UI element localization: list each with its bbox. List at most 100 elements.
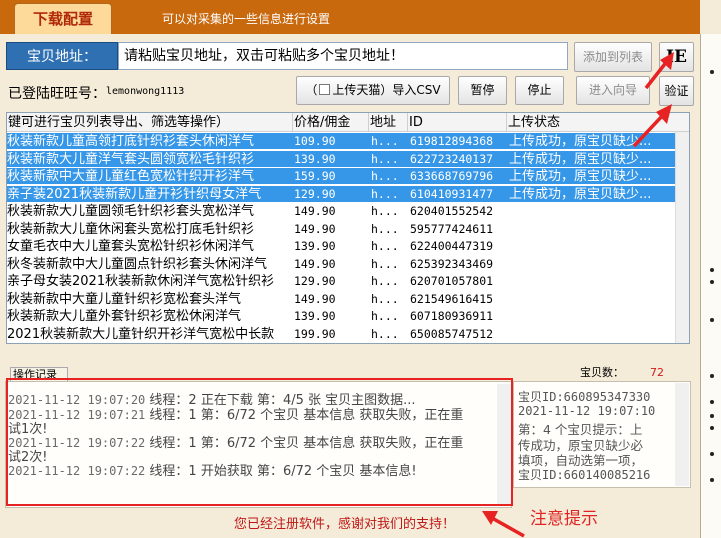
wangwang-value: lemonwong1113 [106,86,185,97]
cell-addr: h... [371,221,399,236]
table-row[interactable]: 秋装新款中大童儿童红色宽松针织开衫洋气 159.90 h... 63366876979… [7,168,689,185]
item-count-value: 72 [650,366,664,379]
cell-addr: h... [371,274,399,288]
cell-addr: h... [371,326,399,341]
cell-status [507,308,675,325]
cell-id: 633668769796 [410,169,494,183]
cell-price: 149.90 [294,291,336,306]
cell-status: 上传成功，原宝贝缺少... [509,169,652,184]
cell-addr: h... [371,134,399,148]
tmall-checkbox[interactable] [319,84,331,95]
cell-id: 625392343469 [410,256,494,271]
notice-label: 注意提示 [530,509,598,529]
cell-price: 129.90 [294,186,336,201]
cell-id: 610410931477 [410,186,494,201]
table-row[interactable]: 女童毛衣中大儿童套头宽松针织衫休闲洋气 139.90 h... 62240044731… [7,238,689,255]
cell-price: 149.90 [294,221,336,236]
cell-price: 139.90 [294,309,336,323]
table-header: 键可进行宝贝列表导出、筛选等操作） 价格/佣金 地址 ID 上传状态 [7,113,689,132]
cell-status: 上传成功，原宝贝缺少... [509,151,652,167]
cell-status [507,256,675,273]
cell-status [507,238,675,255]
table-row[interactable]: 秋装新款大儿童休闲套头宽松打底毛针织衫 149.90 h... 59577742461… [7,221,689,238]
cell-status [507,343,675,344]
cell-id: 621549616415 [410,291,494,306]
table-row[interactable]: 秋冬装新款中大儿童圆点针织衫套头休闲洋气 149.90 h... 6253923434… [7,256,689,273]
right-side-panel [700,34,721,538]
table-row[interactable]: 秋装新款大儿童洋气套头圆领宽松毛针织衫 139.90 h... 62272324013… [7,150,689,168]
table-row[interactable]: 秋装新款大儿童圆领毛针织衫套头宽松洋气 149.90 h... 62040155254… [7,203,689,220]
cell-price: 129.90 [294,274,336,288]
tab-download-config[interactable]: 下载配置 [14,3,112,34]
cell-status [507,203,675,220]
column-header-price[interactable]: 价格/佣金 [293,113,369,132]
table-row[interactable]: 2021秋装新款大儿童针织开衫洋气宽松中长款 199.90 h... 65008574… [7,326,689,343]
column-header-name[interactable]: 键可进行宝贝列表导出、筛选等操作） [7,113,293,132]
table-row[interactable]: 2021秋装新款中大童针织开衫休闲洋气139.90 h...62187420628… [7,343,690,344]
bullet-icon [710,318,714,322]
table-scrollbar[interactable] [675,132,689,343]
cell-addr: h... [371,256,399,271]
cell-price: 199.90 [294,326,336,341]
table-row[interactable]: 亲子装2021秋装新款儿童开衫针织母女洋气 129.90 h... 610410931… [7,185,689,203]
bullet-icon [710,452,714,456]
arrow-to-log-icon [482,511,525,538]
header-description: 可以对采集的一些信息进行设置 [162,12,331,26]
bullet-icon [710,400,714,404]
cell-addr: h... [371,309,399,323]
side-log-scrollbar[interactable] [675,383,689,486]
cell-id: 619812894368 [410,134,494,148]
table-row[interactable]: 秋装新款大儿童外套针织衫宽松休闲洋气 139.90 h... 607180936911 [7,308,689,325]
wangwang-label: 已登陆旺旺号： [8,86,106,102]
table-row[interactable]: 秋装新款儿童高领打底针织衫套头休闲洋气 109.90 h... 61981289436… [7,133,689,150]
import-csv-label: ）导入CSV [380,83,441,97]
cell-addr: h... [371,169,399,183]
cell-id: 621874206281 [408,343,508,344]
cell-status [507,221,675,238]
table-row[interactable]: 秋装新款中大童儿童针织衫宽松套头洋气 149.90 h... 621549616415 [7,291,689,308]
cell-id: 650085747512 [410,326,494,341]
column-header-address[interactable]: 地址 [369,113,408,132]
cell-name: 2021秋装新款中大童针织开衫休闲洋气 [7,343,292,344]
side-log-line: 宝贝ID:660140085216 [518,467,651,482]
cell-name: 秋装新款大儿童休闲套头宽松打底毛针织衫 [7,221,255,237]
bullet-icon [710,374,714,378]
bullet-icon [710,280,714,284]
cell-addr: h... [369,343,405,344]
cell-price: 109.90 [294,134,336,148]
cell-id: 595777424611 [410,221,494,236]
stop-button[interactable]: 停止 [515,76,564,105]
url-input[interactable]: 请粘贴宝贝地址，双击可粘贴多个宝贝地址！ [118,42,568,70]
item-count-label: 宝贝数： [580,366,624,379]
cell-name: 秋装新款中大童儿童红色宽松针织开衫洋气 [7,169,255,184]
pause-button[interactable]: 暂停 [458,76,507,105]
cell-price: 139.90 [294,239,336,253]
cell-status [507,291,675,308]
cell-name: 女童毛衣中大儿童套头宽松针织衫休闲洋气 [7,239,255,254]
bullet-icon [710,426,714,430]
tmall-label: 上传天猫 [332,83,381,97]
side-log-line: 宝贝ID:660895347330 [518,390,651,404]
table-row[interactable]: 亲子母女装2021秋装新款休闲洋气宽松针织衫 129.90 h... 62070105… [7,273,689,290]
cell-name: 亲子装2021秋装新款儿童开衫针织母女洋气 [7,186,262,202]
product-table[interactable]: 键可进行宝贝列表导出、筛选等操作） 价格/佣金 地址 ID 上传状态 秋装新款儿… [6,112,690,344]
highlight-box [6,378,513,506]
bullet-icon [710,478,714,482]
cell-name: 秋装新款大儿童圆领毛针织衫套头宽松洋气 [7,204,255,219]
cell-name: 2021秋装新款大儿童针织开衫洋气宽松中长款 [7,326,275,342]
cell-name: 亲子母女装2021秋装新款休闲洋气宽松针织衫 [7,274,275,289]
url-label: 宝贝地址： [6,42,118,70]
cell-id: 622400447319 [410,239,494,253]
cell-id: 620401552542 [410,204,494,218]
registration-message: 您已经注册软件，感谢对我们的支持！ [234,517,456,532]
side-log-line: 2021-11-12 19:07:10 [518,403,656,418]
cell-price: 149.90 [294,204,336,218]
cell-status [507,326,675,343]
bullet-icon [710,268,714,272]
cell-price: 149.90 [294,256,336,271]
cell-status [507,273,675,290]
column-header-id[interactable]: ID [408,113,507,132]
cell-addr: h... [371,186,399,201]
import-csv-button[interactable]: （ 上传天猫）导入CSV [296,76,450,105]
side-log: 宝贝ID:660895347330 2021-11-12 19:07:10 第：4 … [513,381,691,488]
